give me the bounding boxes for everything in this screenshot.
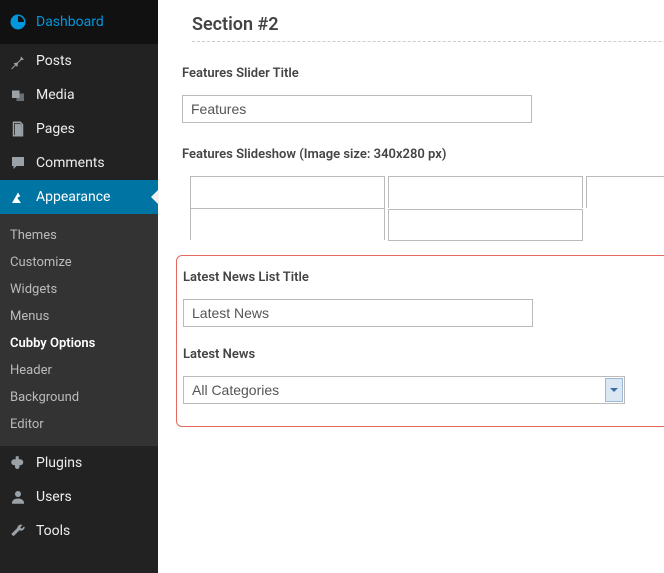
sidebar-label-plugins: Plugins: [36, 455, 82, 471]
features-slider-label: Features Slider Title: [182, 66, 664, 81]
appearance-icon: [8, 187, 28, 207]
features-slider-block: Features Slider Title: [182, 66, 664, 123]
section-divider: [192, 41, 664, 42]
features-slideshow-block: Features Slideshow (Image size: 340x280 …: [182, 147, 664, 241]
submenu-item-header[interactable]: Header: [0, 357, 158, 384]
sidebar-item-comments[interactable]: Comments: [0, 146, 158, 180]
latest-news-select-wrap: [183, 376, 625, 404]
submenu-item-customize[interactable]: Customize: [0, 249, 158, 276]
sidebar-item-posts[interactable]: Posts: [0, 44, 158, 78]
sidebar-label-tools: Tools: [36, 523, 70, 539]
submenu-item-widgets[interactable]: Widgets: [0, 276, 158, 303]
dashboard-icon: [8, 12, 28, 32]
sidebar-item-pages[interactable]: Pages: [0, 112, 158, 146]
pages-icon: [8, 119, 28, 139]
sidebar-item-tools[interactable]: Tools: [0, 514, 158, 548]
media-icon: [8, 85, 28, 105]
comments-icon: [8, 153, 28, 173]
submenu-item-editor[interactable]: Editor: [0, 411, 158, 438]
sidebar-label-users: Users: [36, 489, 72, 505]
sidebar-label-media: Media: [36, 87, 75, 103]
appearance-submenu: Themes Customize Widgets Menus Cubby Opt…: [0, 214, 158, 446]
latest-news-title-input[interactable]: [183, 299, 533, 327]
slideshow-row-input[interactable]: [388, 176, 583, 208]
slideshow-row-input[interactable]: [388, 209, 583, 241]
sidebar-item-plugins[interactable]: Plugins: [0, 446, 158, 480]
tools-icon: [8, 521, 28, 541]
slideshow-rows: [190, 176, 664, 241]
sidebar-label-posts: Posts: [36, 53, 72, 69]
slideshow-row-input[interactable]: [586, 176, 664, 208]
latest-news-label: Latest News: [183, 347, 664, 362]
sidebar-item-appearance[interactable]: Appearance: [0, 180, 158, 214]
latest-news-select[interactable]: [183, 376, 625, 404]
section-header: Section #2: [192, 14, 664, 42]
features-slideshow-label: Features Slideshow (Image size: 340x280 …: [182, 147, 664, 162]
latest-news-box: Latest News List Title Latest News: [176, 255, 664, 427]
features-slider-input[interactable]: [182, 95, 532, 123]
plugins-icon: [8, 453, 28, 473]
submenu-item-background[interactable]: Background: [0, 384, 158, 411]
sidebar-item-dashboard[interactable]: Dashboard: [0, 0, 158, 44]
sidebar-item-users[interactable]: Users: [0, 480, 158, 514]
submenu-item-themes[interactable]: Themes: [0, 222, 158, 249]
users-icon: [8, 487, 28, 507]
pin-icon: [8, 51, 28, 71]
admin-sidebar: Dashboard Posts Media Pages Comments: [0, 0, 158, 573]
main-content: Section #2 Features Slider Title Feature…: [158, 0, 664, 573]
section-title: Section #2: [192, 14, 664, 41]
submenu-item-cubby-options[interactable]: Cubby Options: [0, 330, 158, 357]
sidebar-label-pages: Pages: [36, 121, 75, 137]
submenu-item-menus[interactable]: Menus: [0, 303, 158, 330]
sidebar-item-media[interactable]: Media: [0, 78, 158, 112]
latest-news-title-label: Latest News List Title: [183, 270, 664, 285]
sidebar-label-comments: Comments: [36, 155, 105, 171]
slideshow-row-input[interactable]: [190, 208, 385, 240]
sidebar-label-appearance: Appearance: [36, 189, 110, 205]
sidebar-label-dashboard: Dashboard: [36, 14, 104, 30]
slideshow-row-input[interactable]: [190, 176, 385, 208]
